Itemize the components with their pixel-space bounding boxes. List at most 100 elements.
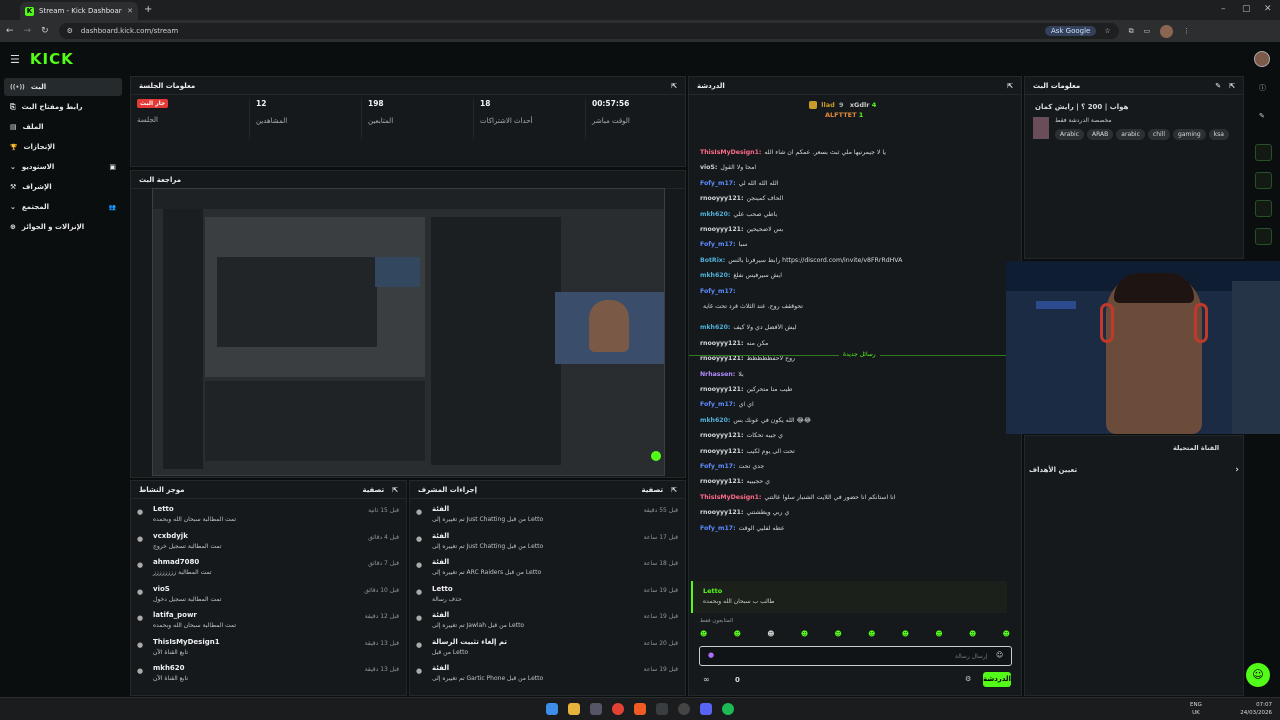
chat-message[interactable]: Fofy_m17: عطه لفليي الوقت (700, 525, 1000, 532)
chat-message[interactable]: mkh620: الله يكون في عونك بس 😂😂 (700, 417, 1000, 424)
chat-message[interactable]: Nrhassen: بلا (700, 371, 1000, 378)
info-icon[interactable]: ⓘ (1259, 83, 1266, 93)
rail-button[interactable] (1255, 200, 1272, 217)
chat-input[interactable]: ● إرسال رسالة ☺ (699, 646, 1012, 666)
spotify-icon[interactable] (722, 703, 734, 715)
chat-username[interactable]: Fofy_m17: (700, 401, 736, 408)
tag-chip[interactable]: arabic (1116, 129, 1145, 140)
chat-username[interactable]: rnooyyy121: (700, 226, 743, 233)
popout-icon[interactable]: ⇱ (671, 82, 677, 90)
chat-message[interactable]: rnooyyy121: طيب منا متحركين (700, 386, 1000, 393)
stream-preview-video[interactable] (152, 188, 665, 476)
chat-username[interactable]: Fofy_m17: (700, 241, 736, 248)
clock[interactable]: 07:07 24/03/2026 (1238, 701, 1272, 717)
chat-username[interactable]: Fofy_m17: (700, 288, 736, 295)
sidepanel-icon[interactable]: ▭ (1144, 27, 1151, 35)
mic-icon[interactable]: ● (708, 651, 714, 659)
chat-username[interactable]: BotRix: (700, 257, 725, 264)
start-icon[interactable] (546, 703, 558, 715)
sidebar-item-community[interactable]: ⌄ المجتمع 👥 (4, 198, 122, 216)
obs-icon[interactable] (678, 703, 690, 715)
emote-icon[interactable]: ☻ (868, 630, 875, 642)
chat-username[interactable]: rnooyyy121: (700, 432, 743, 439)
pen-icon[interactable]: ✎ (1259, 112, 1265, 120)
tag-chip[interactable]: chill (1147, 129, 1171, 140)
emote-icon[interactable]: ☻ (835, 630, 842, 642)
emote-icon[interactable]: ☻ (734, 630, 741, 642)
sidebar-item-achievements[interactable]: 🏆 الإنجازات (4, 138, 122, 156)
chat-username[interactable]: Nrhassen: (700, 371, 735, 378)
chat-message[interactable]: BotRix: رابط سيرفرنا بالنس https://discor… (700, 257, 1000, 264)
chat-username[interactable]: rnooyyy121: (700, 448, 743, 455)
rail-button[interactable] (1255, 228, 1272, 245)
chat-username[interactable]: rnooyyy121: (700, 509, 743, 516)
chat-message[interactable]: rnooyyy121: ي جيبه تحكات (700, 432, 1000, 439)
emote-icon[interactable]: ☻ (1003, 630, 1010, 642)
chat-username[interactable]: rnooyyy121: (700, 478, 743, 485)
sidebar-item-moderation[interactable]: ⚒ الإشراف (4, 178, 122, 196)
popout-icon[interactable]: ⇱ (671, 486, 677, 494)
set-goals-row[interactable]: تعيين الأهداف › (1029, 462, 1239, 478)
chat-message[interactable]: vioS: امحا ولا القول (700, 164, 1000, 171)
brave-icon[interactable] (634, 703, 646, 715)
user-avatar[interactable] (1254, 51, 1270, 67)
chat-message[interactable]: rnooyyy121: ي حجيبيه (700, 478, 1000, 485)
kick-logo[interactable]: KICK (30, 50, 74, 68)
send-chat-button[interactable]: الدردشة (983, 672, 1011, 687)
forward-icon[interactable]: → (24, 26, 32, 36)
chat-username[interactable]: ThisIsMyDesign1: (700, 149, 761, 156)
discord-icon[interactable] (700, 703, 712, 715)
tag-chip[interactable]: ARAB (1087, 129, 1114, 140)
store-icon[interactable] (590, 703, 602, 715)
filter-button[interactable]: تصفية (362, 486, 384, 494)
chat-message[interactable]: ThisIsMyDesign1: انا استانكم انا حضور في … (700, 494, 1000, 501)
chat-message[interactable]: rnooyyy121: الحاف كمينجن (700, 195, 1000, 202)
chat-username[interactable]: ThisIsMyDesign1: (700, 494, 761, 501)
chat-username[interactable]: Fofy_m17: (700, 525, 736, 532)
chat-username[interactable]: Fofy_m17: (700, 463, 736, 470)
maximize-button[interactable]: ▢ (1242, 4, 1251, 14)
sidebar-item-drops[interactable]: ⊕ الإنزالات و الجوائز (4, 218, 122, 236)
emote-icon[interactable]: ☻ (969, 630, 976, 642)
close-window-button[interactable]: ✕ (1264, 4, 1272, 14)
emote-icon[interactable]: ☻ (767, 630, 774, 642)
chat-message[interactable]: mkh620: باطي صحب علي (700, 211, 1000, 218)
pinned-message[interactable]: Letto طالب ب سبحان الله وبحمده (691, 581, 1007, 613)
chat-username[interactable]: rnooyyy121: (700, 195, 743, 202)
tag-chip[interactable]: ksa (1208, 129, 1229, 140)
tab-close-icon[interactable]: ✕ (127, 7, 133, 15)
chrome-icon[interactable] (612, 703, 624, 715)
chat-username[interactable]: mkh620: (700, 324, 730, 331)
sidebar-item-studio[interactable]: ⌄ الاستوديو ▣ (4, 158, 122, 176)
chat-message[interactable]: Fofy_m17: اي اي (700, 401, 1000, 408)
sidebar-item-stream-key[interactable]: ⎘ رابط ومفتاح البث (4, 98, 122, 116)
rail-button[interactable] (1255, 144, 1272, 161)
emote-icon[interactable]: ☻ (801, 630, 808, 642)
emote-icon[interactable]: ☻ (700, 630, 707, 642)
chat-message[interactable]: تحوققف روح. عند الثلاث قرد تحت غاية (700, 303, 1000, 310)
gear-icon[interactable]: ⚙ (965, 675, 971, 683)
app-icon[interactable] (656, 703, 668, 715)
language-indicator[interactable]: ENG UK (1190, 701, 1202, 717)
popout-icon[interactable]: ⇱ (1007, 82, 1013, 90)
chat-username[interactable]: Fofy_m17: (700, 180, 736, 187)
chat-message[interactable]: Fofy_m17: جدي تحت (700, 463, 1000, 470)
chat-message[interactable]: Fofy_m17: سبأ (700, 241, 1000, 248)
chat-message[interactable]: mkh620: ليش الأفضل دي ولا كيف (700, 324, 1000, 331)
chat-message[interactable]: Fofy_m17: الله الله الله لي (700, 180, 1000, 187)
url-field[interactable]: ⚙ dashboard.kick.com/stream Ask Google ☆ (58, 23, 1119, 39)
ask-google-button[interactable]: Ask Google (1044, 26, 1097, 36)
chat-message[interactable]: Fofy_m17: (700, 288, 1000, 295)
emote-icon[interactable]: ☻ (902, 630, 909, 642)
chat-message[interactable]: mkh620: ايش سيرفيس نفلغ (700, 272, 1000, 279)
profile-avatar[interactable] (1160, 24, 1174, 38)
chat-message[interactable]: rnooyyy121: ي ربي ويطشتني (700, 509, 1000, 516)
popout-icon[interactable]: ⇱ (392, 486, 398, 494)
emote-icon[interactable]: ☻ (935, 630, 942, 642)
chat-message[interactable]: rnooyyy121: تحت الى يوم لكيب (700, 448, 1000, 455)
edit-icon[interactable]: ✎ (1215, 82, 1221, 90)
chat-username[interactable]: rnooyyy121: (700, 386, 743, 393)
extensions-icon[interactable]: ⧉ (1129, 27, 1134, 36)
new-tab-button[interactable]: + (144, 4, 152, 15)
reload-icon[interactable]: ↻ (41, 26, 49, 36)
